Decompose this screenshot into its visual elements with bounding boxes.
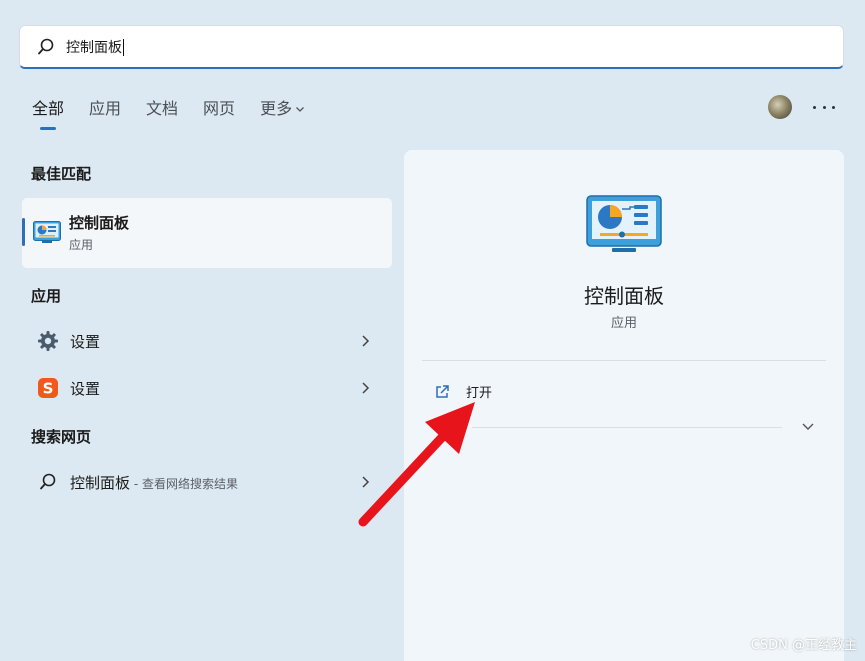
tab-more[interactable]: 更多 [260, 96, 305, 122]
chevron-down-icon [296, 107, 305, 112]
app-result-label: 设置 [70, 332, 101, 351]
filter-tabs: 全部 应用 文档 网页 更多 [32, 96, 330, 130]
tab-web[interactable]: 网页 [203, 96, 235, 122]
search-input[interactable]: 控制面板 [66, 37, 124, 57]
chevron-right-icon[interactable] [360, 381, 370, 395]
open-label: 打开 [466, 386, 493, 401]
divider [472, 427, 782, 428]
annotation-arrow [358, 402, 475, 527]
search-icon [38, 38, 54, 54]
text-caret [123, 39, 124, 56]
sogou-s-icon: S [36, 376, 60, 400]
chevron-right-icon[interactable] [360, 334, 370, 348]
tab-apps[interactable]: 应用 [89, 96, 121, 122]
web-search-result[interactable]: 控制面板 - 查看网络搜索结果 [22, 462, 392, 502]
section-apps: 应用 [31, 287, 62, 305]
detail-app-name: 控制面板 [584, 284, 664, 308]
settings-gear-icon [36, 329, 60, 353]
divider [422, 360, 826, 361]
web-search-hint: - 查看网络搜索结果 [130, 476, 238, 491]
tab-all[interactable]: 全部 [32, 96, 64, 130]
app-result-sogou-settings[interactable]: S 设置 [22, 368, 392, 408]
tab-documents[interactable]: 文档 [146, 96, 178, 122]
control-panel-icon [586, 195, 662, 252]
app-result-label: 设置 [70, 379, 101, 398]
more-options-icon[interactable] [813, 100, 835, 114]
chevron-down-icon[interactable] [801, 422, 815, 432]
best-match-name: 控制面板 [69, 214, 130, 232]
web-search-label: 控制面板 - 查看网络搜索结果 [70, 473, 238, 492]
search-icon [36, 470, 60, 494]
watermark: CSDN @正经教主 [750, 638, 857, 653]
svg-text:S: S [43, 380, 54, 398]
app-result-settings[interactable]: 设置 [22, 321, 392, 361]
selection-indicator [22, 218, 25, 246]
open-external-icon [436, 384, 449, 398]
search-box[interactable]: 控制面板 [19, 25, 844, 69]
section-best-match: 最佳匹配 [31, 165, 92, 183]
open-button[interactable]: 打开 [434, 382, 492, 401]
best-match-type: 应用 [69, 238, 94, 252]
best-match-card[interactable]: 控制面板 应用 [22, 198, 392, 268]
detail-app-type: 应用 [610, 316, 637, 331]
avatar[interactable] [768, 95, 792, 119]
section-web-search: 搜索网页 [31, 428, 92, 446]
control-panel-icon [33, 221, 61, 243]
